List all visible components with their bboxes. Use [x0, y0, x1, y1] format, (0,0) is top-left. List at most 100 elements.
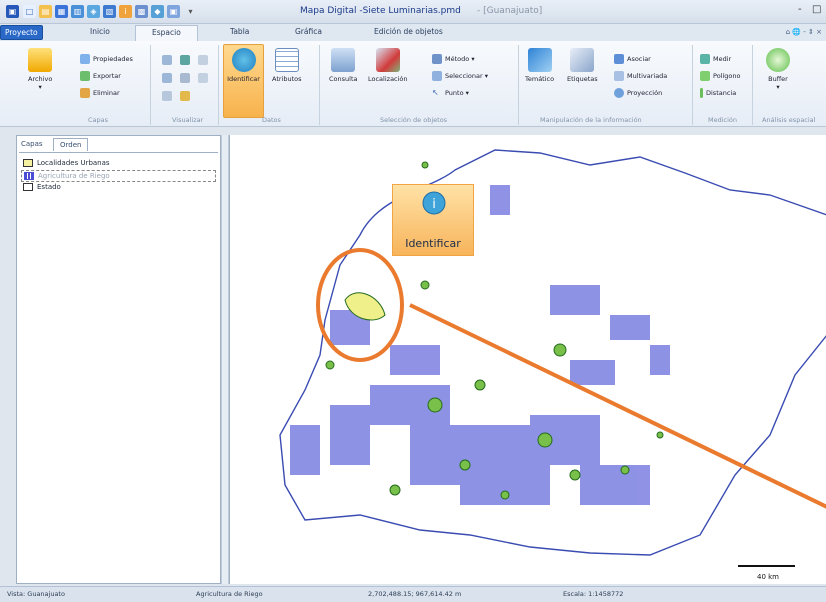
table-icon[interactable]: ▥ [71, 5, 84, 18]
group-analisis: Análisis espacial [762, 116, 816, 124]
info-icon [231, 48, 256, 72]
state-boundary [279, 149, 826, 556]
zoom-selection-icon[interactable] [198, 73, 211, 83]
separator [218, 45, 219, 125]
chevron-down-icon: ▾ [38, 83, 42, 91]
compass-icon[interactable]: ◆ [151, 5, 164, 18]
metodo-button[interactable]: Método ▾ [432, 54, 475, 64]
magnifier-icon[interactable] [162, 91, 175, 101]
layer-agricultura-de-riego[interactable]: Agricultura de Riego [21, 170, 216, 182]
status-bar: Vista: Guanajuato Agricultura de Riego 2… [0, 586, 826, 602]
scale-label: 40 km [757, 573, 779, 581]
select-icon [432, 71, 442, 81]
layer-swatch [23, 183, 33, 191]
open-icon[interactable]: ▤ [39, 5, 52, 18]
app-icon[interactable]: ▣ [6, 5, 19, 18]
etiquetas-button[interactable]: Etiquetas [567, 48, 598, 83]
punto-button[interactable]: ↖ Punto ▾ [432, 88, 469, 98]
asociar-button[interactable]: Asociar [614, 54, 651, 64]
window-icon[interactable]: ▣ [167, 5, 180, 18]
pan-icon[interactable] [180, 55, 193, 65]
method-icon [432, 54, 442, 64]
projection-icon [614, 88, 624, 98]
labels-icon [570, 48, 595, 72]
group-manipulacion: Manipulación de la información [540, 116, 642, 124]
ribbon-window-controls[interactable]: ⌂ 🌐 - ⇕ × [786, 28, 822, 36]
exportar-button[interactable]: Exportar [80, 71, 121, 81]
title-bar: ▣ □ ▤ ▦ ▥ ◈ ▧ i ▩ ◆ ▣ ▾ Mapa Digital -Si… [0, 0, 826, 24]
separator [150, 45, 151, 125]
window-title: Mapa Digital -Siete Luminarias.pmd [300, 6, 461, 16]
tab-inicio[interactable]: Inicio [90, 27, 110, 36]
measure-icon [700, 54, 710, 64]
multivariate-icon [614, 71, 624, 81]
layer-swatch [23, 159, 33, 167]
tab-tabla[interactable]: Tabla [230, 27, 249, 36]
status-view: Vista: Guanajuato [7, 590, 65, 598]
query-icon [331, 48, 356, 72]
layer-localidades-urbanas[interactable]: Localidades Urbanas [23, 159, 110, 167]
buffer-button[interactable]: Buffer ▾ [766, 48, 790, 91]
distancia-button[interactable]: Distancia [700, 88, 736, 98]
ribbon: Archivo ▾ Propiedades Exportar Eliminar … [0, 41, 826, 127]
multivariada-button[interactable]: Multivariada [614, 71, 667, 81]
atributos-button[interactable]: Atributos [272, 48, 302, 83]
tematico-button[interactable]: Temático [525, 48, 554, 83]
tab-orden[interactable]: Orden [53, 138, 89, 151]
propiedades-button[interactable]: Propiedades [80, 54, 133, 64]
group-capas: Capas [88, 116, 109, 124]
layer-estado[interactable]: Estado [23, 183, 61, 191]
identificar-button[interactable]: Identificar [226, 48, 261, 83]
grid-icon[interactable]: ▩ [135, 5, 148, 18]
maximize-button[interactable]: □ [812, 4, 821, 15]
separator [752, 45, 753, 125]
tab-grafica[interactable]: Gráfica [295, 27, 322, 36]
table-grid-icon [274, 48, 299, 72]
group-visualizar: Visualizar [172, 116, 204, 124]
info-icon: i [422, 191, 446, 215]
medir-button[interactable]: Medir [700, 54, 731, 64]
window-document: - [Guanajuato] [477, 6, 543, 16]
seleccionar-button[interactable]: Seleccionar ▾ [432, 71, 488, 81]
pin-icon[interactable] [180, 91, 193, 101]
buffer-icon [766, 48, 790, 72]
chevron-down-icon: ▾ [776, 83, 780, 91]
locate-icon [375, 48, 400, 72]
new-icon[interactable]: □ [23, 5, 36, 18]
panel-splitter[interactable] [221, 135, 229, 584]
status-coordinates: 2,702,488.15; 967,614.42 m [368, 590, 462, 598]
export-icon [80, 71, 90, 81]
tab-proyecto[interactable]: Proyecto [0, 25, 43, 40]
minimize-button[interactable]: - [798, 4, 802, 15]
status-scale: Escala: 1:1458772 [563, 590, 624, 598]
group-datos: Datos [262, 116, 281, 124]
zoom-layer-icon[interactable] [180, 73, 193, 83]
associate-icon [614, 54, 624, 64]
consulta-button[interactable]: Consulta [329, 48, 357, 83]
identify-quick-icon[interactable]: i [119, 5, 132, 18]
eliminar-button[interactable]: Eliminar [80, 88, 120, 98]
map-view[interactable]: 40 km [229, 135, 826, 584]
map-icon[interactable]: ▧ [103, 5, 116, 18]
map-canvas[interactable]: 40 km [230, 135, 826, 584]
delete-icon [80, 88, 90, 98]
poligono-button[interactable]: Polígono [700, 71, 740, 81]
archivo-button[interactable]: Archivo ▾ [28, 48, 52, 91]
thematic-icon [527, 48, 552, 72]
localizacion-button[interactable]: Localización [368, 48, 408, 83]
svg-text:i: i [432, 197, 436, 212]
zoom-in-icon[interactable] [162, 55, 175, 65]
properties-icon [80, 54, 90, 64]
tab-edicion[interactable]: Edición de objetos [374, 27, 443, 36]
save-icon[interactable]: ▦ [55, 5, 68, 18]
tab-espacio[interactable]: Espacio [135, 25, 198, 42]
group-seleccion: Selección de objetos [380, 116, 448, 124]
chevron-down-icon: ▾ [463, 89, 469, 97]
proyeccion-button[interactable]: Proyección [614, 88, 662, 98]
dropdown-icon[interactable]: ▾ [184, 5, 197, 18]
callout-label: Identificar [405, 237, 461, 250]
tab-capas[interactable]: Capas [21, 140, 43, 148]
zoom-out-icon[interactable] [198, 55, 211, 65]
layer-icon[interactable]: ◈ [87, 5, 100, 18]
extent-icon[interactable] [162, 73, 175, 83]
